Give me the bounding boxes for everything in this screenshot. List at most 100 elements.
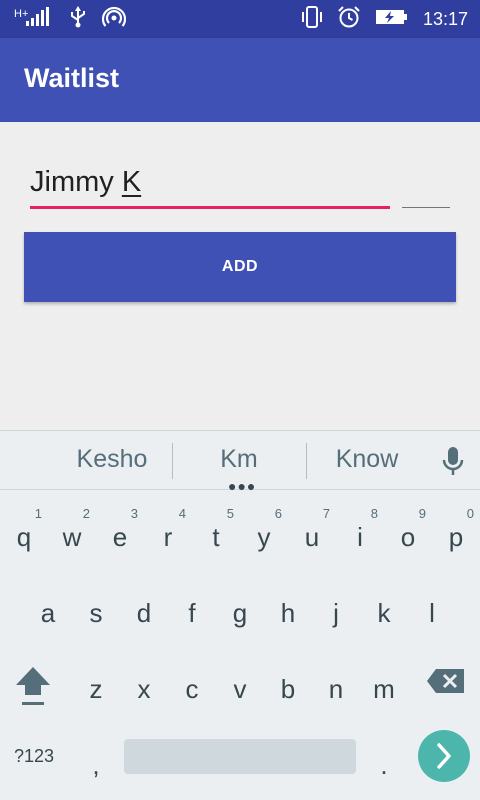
key-label: v <box>233 674 247 704</box>
key-label: n <box>328 674 344 704</box>
suggestion-left[interactable]: Kesho <box>62 445 162 474</box>
party-size-underline <box>402 207 450 208</box>
key-u[interactable]: 7u <box>288 502 336 562</box>
key-label: p <box>448 522 464 552</box>
key-q[interactable]: 1q <box>0 502 48 562</box>
alarm-icon <box>337 5 361 34</box>
key-label: g <box>232 598 248 628</box>
main-content: Jimmy K ADD <box>0 122 480 430</box>
key-label: u <box>304 522 320 552</box>
key-j[interactable]: j <box>312 578 360 638</box>
usb-icon <box>68 5 88 33</box>
key-label: b <box>280 674 296 704</box>
symbols-key[interactable]: ?123 <box>14 746 54 767</box>
key-number-hint: 5 <box>226 506 234 521</box>
key-label: l <box>429 598 435 628</box>
key-s[interactable]: s <box>72 578 120 638</box>
backspace-icon[interactable] <box>426 668 466 699</box>
guest-name-underline <box>30 206 390 209</box>
key-label: j <box>333 598 339 628</box>
chevron-right-icon <box>437 743 451 769</box>
key-z[interactable]: z <box>72 654 120 714</box>
key-w[interactable]: 2w <box>48 502 96 562</box>
microphone-icon[interactable] <box>440 445 466 484</box>
key-number-hint: 8 <box>370 506 378 521</box>
key-e[interactable]: 3e <box>96 502 144 562</box>
key-number-hint: 9 <box>418 506 426 521</box>
shift-icon[interactable] <box>14 665 52 712</box>
key-l[interactable]: l <box>408 578 456 638</box>
key-t[interactable]: 5t <box>192 502 240 562</box>
key-number-hint: 3 <box>130 506 138 521</box>
suggestion-center[interactable]: Km <box>189 445 289 474</box>
battery-charging-icon <box>375 7 409 32</box>
key-r[interactable]: 4r <box>144 502 192 562</box>
key-label: a <box>40 598 56 628</box>
guest-name-composing: K <box>121 166 142 198</box>
key-label: d <box>136 598 152 628</box>
clock-time: 13:17 <box>422 8 468 29</box>
key-n[interactable]: n <box>312 654 360 714</box>
key-label: y <box>257 522 271 552</box>
add-button[interactable]: ADD <box>24 232 456 302</box>
suggestion-divider <box>306 443 307 479</box>
period-key[interactable]: . <box>360 730 408 790</box>
key-number-hint: 1 <box>34 506 42 521</box>
key-label: s <box>89 598 103 628</box>
suggestion-strip: Kesho Km ●●● Know <box>0 430 480 493</box>
app-title: Waitlist <box>24 63 120 93</box>
guest-name-input[interactable]: Jimmy K <box>30 164 390 210</box>
key-i[interactable]: 8i <box>336 502 384 562</box>
key-m[interactable]: m <box>360 654 408 714</box>
key-label: e <box>112 522 128 552</box>
vibrate-icon <box>301 5 323 34</box>
svg-text:H+: H+ <box>14 8 28 20</box>
key-label: i <box>357 522 363 552</box>
key-label: c <box>185 674 199 704</box>
space-key[interactable] <box>124 739 356 774</box>
key-label: f <box>188 598 196 628</box>
key-v[interactable]: v <box>216 654 264 714</box>
hotspot-icon <box>101 6 127 33</box>
next-key[interactable] <box>418 730 470 782</box>
key-label: t <box>212 522 220 552</box>
signal-icon: H+ <box>14 6 54 33</box>
suggestion-divider <box>172 443 173 479</box>
key-a[interactable]: a <box>24 578 72 638</box>
key-h[interactable]: h <box>264 578 312 638</box>
comma-key[interactable]: , <box>72 730 120 790</box>
key-label: m <box>373 674 395 704</box>
key-y[interactable]: 6y <box>240 502 288 562</box>
key-c[interactable]: c <box>168 654 216 714</box>
key-number-hint: 6 <box>274 506 282 521</box>
suggestion-right[interactable]: Know <box>317 445 417 474</box>
comma-key-label: , <box>92 750 100 780</box>
party-size-input[interactable] <box>402 182 450 210</box>
key-d[interactable]: d <box>120 578 168 638</box>
key-label: r <box>163 522 173 552</box>
key-number-hint: 4 <box>178 506 186 521</box>
more-suggestions-icon[interactable]: ●●● <box>228 479 256 493</box>
guest-name-value: Jimmy K <box>30 166 141 199</box>
period-key-label: . <box>380 750 388 780</box>
key-number-hint: 0 <box>466 506 474 521</box>
key-number-hint: 2 <box>82 506 90 521</box>
key-number-hint: 7 <box>322 506 330 521</box>
key-p[interactable]: 0p <box>432 502 480 562</box>
key-x[interactable]: x <box>120 654 168 714</box>
guest-name-first: Jimmy <box>30 166 122 198</box>
key-label: z <box>89 674 103 704</box>
key-k[interactable]: k <box>360 578 408 638</box>
key-label: x <box>137 674 151 704</box>
status-bar: H+ 13:17 <box>0 0 480 38</box>
key-label: h <box>280 598 296 628</box>
key-g[interactable]: g <box>216 578 264 638</box>
key-label: o <box>400 522 416 552</box>
key-f[interactable]: f <box>168 578 216 638</box>
key-o[interactable]: 9o <box>384 502 432 562</box>
key-label: k <box>377 598 391 628</box>
key-label: q <box>16 522 32 552</box>
soft-keyboard: Kesho Km ●●● Know 1q2w3e4r5t6y7u8i9o0p a… <box>0 430 480 800</box>
key-label: w <box>62 522 82 552</box>
key-b[interactable]: b <box>264 654 312 714</box>
